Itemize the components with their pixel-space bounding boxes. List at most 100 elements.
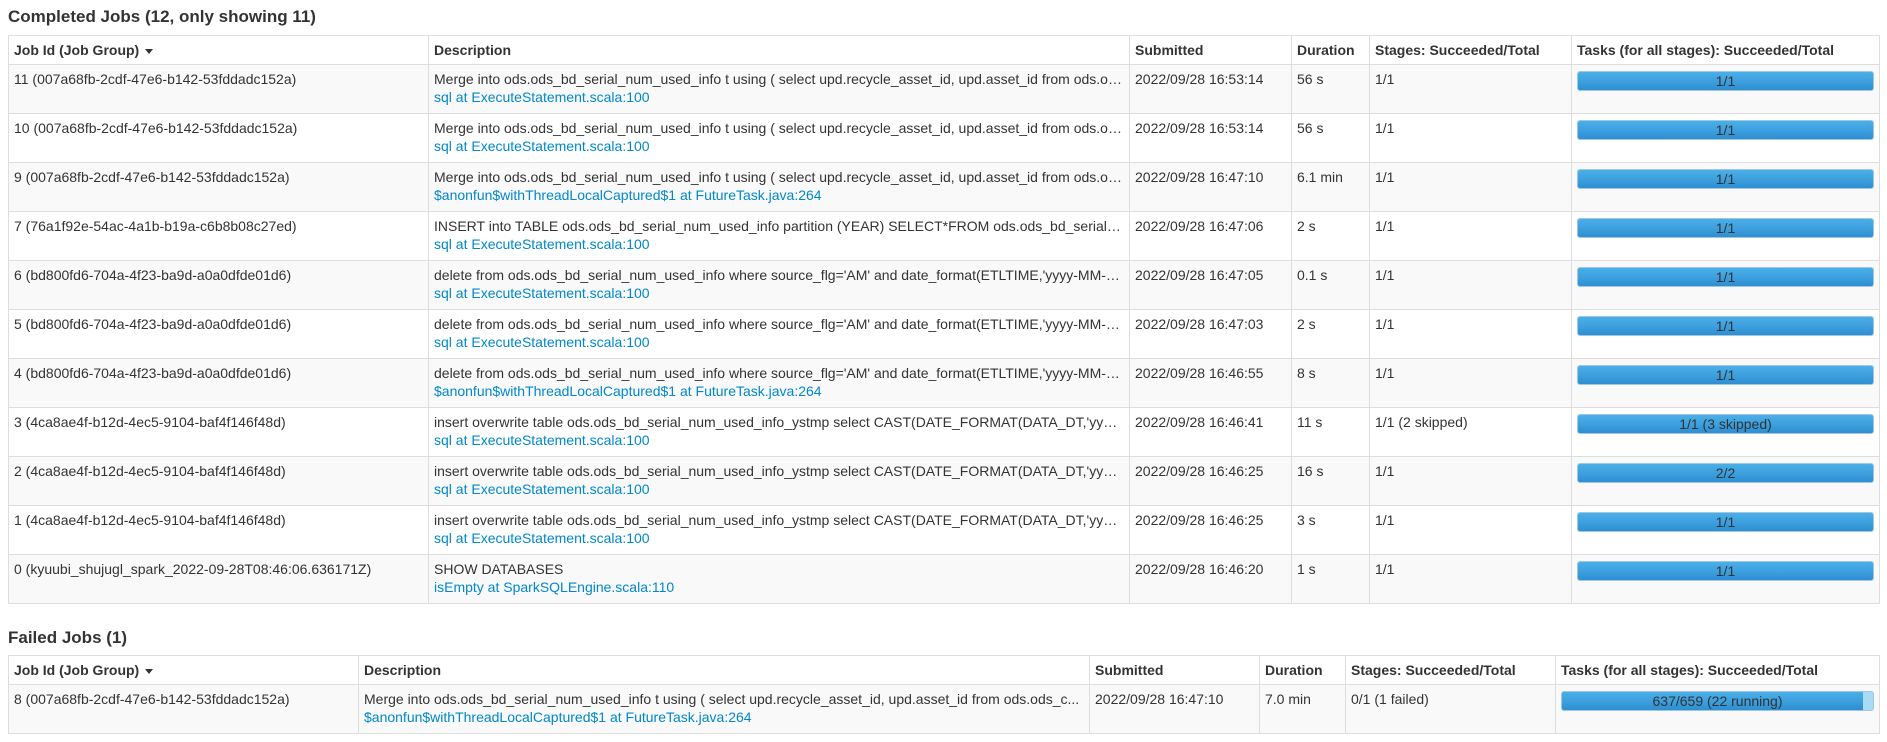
job-id-text: 0 (kyuubi_shujugl_spark_2022-09-28T08:46… [14, 561, 372, 577]
duration-value: 7.0 min [1265, 691, 1311, 707]
duration-value: 11 s [1297, 414, 1323, 430]
submitted-cell: 2022/09/28 16:47:10 [1089, 684, 1260, 734]
job-id-cell: 6 (bd800fd6-704a-4f23-ba9d-a0a0dfde01d6) [8, 260, 429, 310]
failed-jobs-title[interactable]: Failed Jobs (1) [8, 621, 127, 655]
job-id-header[interactable]: Job Id (Job Group) [8, 35, 429, 65]
job-detail-link[interactable]: $anonfun$withThreadLocalCaptured$1 at Fu… [434, 383, 1124, 400]
stages-cell: 1/1 [1369, 456, 1572, 506]
stages-cell: 1/1 [1369, 113, 1572, 163]
tasks-cell: 1/1 [1571, 260, 1880, 310]
job-detail-link[interactable]: isEmpty at SparkSQLEngine.scala:110 [434, 579, 1124, 596]
job-detail-link[interactable]: sql at ExecuteStatement.scala:100 [434, 285, 1124, 302]
job-detail-link[interactable]: sql at ExecuteStatement.scala:100 [434, 89, 1124, 106]
submitted-header[interactable]: Submitted [1129, 35, 1292, 65]
job-id-cell: 4 (bd800fd6-704a-4f23-ba9d-a0a0dfde01d6) [8, 358, 429, 408]
stages-cell: 1/1 [1369, 554, 1572, 604]
duration-cell: 7.0 min [1259, 684, 1346, 734]
table-row: 0 (kyuubi_shujugl_spark_2022-09-28T08:46… [8, 554, 1880, 604]
table-row: 8 (007a68fb-2cdf-47e6-b142-53fddadc152a)… [8, 684, 1880, 734]
stages-cell: 1/1 [1369, 162, 1572, 212]
submitted-cell: 2022/09/28 16:46:20 [1129, 554, 1292, 604]
stages-header[interactable]: Stages: Succeeded/Total [1345, 655, 1556, 685]
stages-cell: 1/1 [1369, 309, 1572, 359]
tasks-cell: 1/1 [1571, 505, 1880, 555]
stages-header[interactable]: Stages: Succeeded/Total [1369, 35, 1572, 65]
tasks-progress-label: 637/659 (22 running) [1652, 693, 1783, 709]
job-id-cell: 0 (kyuubi_shujugl_spark_2022-09-28T08:46… [8, 554, 429, 604]
description-header[interactable]: Description [358, 655, 1090, 685]
tasks-progress-bar: 1/1 [1577, 120, 1874, 140]
duration-value: 8 s [1297, 365, 1316, 381]
duration-value: 16 s [1297, 463, 1324, 479]
duration-header[interactable]: Duration [1291, 35, 1370, 65]
stages-cell: 1/1 [1369, 211, 1572, 261]
submitted-time: 2022/09/28 16:46:25 [1135, 512, 1264, 528]
submitted-time: 2022/09/28 16:47:03 [1135, 316, 1264, 332]
job-detail-link[interactable]: sql at ExecuteStatement.scala:100 [434, 236, 1124, 253]
duration-value: 56 s [1297, 71, 1324, 87]
job-id-cell: 3 (4ca8ae4f-b12d-4ec5-9104-baf4f146f48d) [8, 407, 429, 457]
submitted-time: 2022/09/28 16:46:55 [1135, 365, 1264, 381]
table-row: 6 (bd800fd6-704a-4f23-ba9d-a0a0dfde01d6)… [8, 260, 1880, 310]
description-cell: delete from ods.ods_bd_serial_num_used_i… [428, 358, 1130, 408]
stages-value: 0/1 (1 failed) [1351, 691, 1429, 707]
tasks-header[interactable]: Tasks (for all stages): Succeeded/Total [1555, 655, 1880, 685]
duration-value: 56 s [1297, 120, 1324, 136]
tasks-progress-label: 2/2 [1715, 465, 1736, 481]
duration-cell: 2 s [1291, 211, 1370, 261]
submitted-time: 2022/09/28 16:46:41 [1135, 414, 1264, 430]
submitted-cell: 2022/09/28 16:47:05 [1129, 260, 1292, 310]
job-detail-link[interactable]: $anonfun$withThreadLocalCaptured$1 at Fu… [364, 709, 1084, 726]
job-detail-link[interactable]: sql at ExecuteStatement.scala:100 [434, 530, 1124, 547]
description-cell: Merge into ods.ods_bd_serial_num_used_in… [428, 162, 1130, 212]
table-row: 4 (bd800fd6-704a-4f23-ba9d-a0a0dfde01d6)… [8, 358, 1880, 408]
table-row: 7 (76a1f92e-54ac-4a1b-b19a-c6b8b08c27ed)… [8, 211, 1880, 261]
failed-jobs-table: Job Id (Job Group) Description Submitted… [8, 655, 1880, 734]
job-id-text: 6 (bd800fd6-704a-4f23-ba9d-a0a0dfde01d6) [14, 267, 292, 283]
tasks-progress-label: 1/1 [1715, 514, 1736, 530]
description-header[interactable]: Description [428, 35, 1130, 65]
duration-cell: 56 s [1291, 113, 1370, 163]
job-id-header-label: Job Id (Job Group) [14, 662, 140, 678]
submitted-time: 2022/09/28 16:46:20 [1135, 561, 1264, 577]
tasks-cell: 1/1 [1571, 309, 1880, 359]
tasks-progress-label: 1/1 (3 skipped) [1679, 416, 1772, 432]
submitted-time: 2022/09/28 16:53:14 [1135, 120, 1264, 136]
job-id-cell: 11 (007a68fb-2cdf-47e6-b142-53fddadc152a… [8, 64, 429, 114]
submitted-time: 2022/09/28 16:47:05 [1135, 267, 1264, 283]
tasks-cell: 637/659 (22 running) [1555, 684, 1880, 734]
job-detail-link[interactable]: sql at ExecuteStatement.scala:100 [434, 334, 1124, 351]
job-description-text: delete from ods.ods_bd_serial_num_used_i… [434, 316, 1124, 332]
stages-value: 1/1 [1375, 218, 1395, 234]
tasks-header[interactable]: Tasks (for all stages): Succeeded/Total [1571, 35, 1880, 65]
stages-value: 1/1 [1375, 71, 1395, 87]
job-id-header[interactable]: Job Id (Job Group) [8, 655, 359, 685]
job-detail-link[interactable]: sql at ExecuteStatement.scala:100 [434, 481, 1124, 498]
job-id-cell: 2 (4ca8ae4f-b12d-4ec5-9104-baf4f146f48d) [8, 456, 429, 506]
job-detail-link[interactable]: $anonfun$withThreadLocalCaptured$1 at Fu… [434, 187, 1124, 204]
stages-value: 1/1 [1375, 120, 1395, 136]
job-detail-link[interactable]: sql at ExecuteStatement.scala:100 [434, 432, 1124, 449]
duration-cell: 16 s [1291, 456, 1370, 506]
tasks-progress-bar: 1/1 [1577, 316, 1874, 336]
duration-value: 2 s [1297, 316, 1316, 332]
job-description-text: INSERT into TABLE ods.ods_bd_serial_num_… [434, 218, 1124, 234]
submitted-time: 2022/09/28 16:53:14 [1135, 71, 1264, 87]
duration-cell: 2 s [1291, 309, 1370, 359]
sort-desc-arrow-icon [145, 48, 154, 54]
description-cell: Merge into ods.ods_bd_serial_num_used_in… [428, 113, 1130, 163]
job-id-cell: 7 (76a1f92e-54ac-4a1b-b19a-c6b8b08c27ed) [8, 211, 429, 261]
job-detail-link[interactable]: sql at ExecuteStatement.scala:100 [434, 138, 1124, 155]
duration-cell: 6.1 min [1291, 162, 1370, 212]
submitted-header[interactable]: Submitted [1089, 655, 1260, 685]
duration-header[interactable]: Duration [1259, 655, 1346, 685]
job-description-text: delete from ods.ods_bd_serial_num_used_i… [434, 365, 1124, 381]
job-description-text: Merge into ods.ods_bd_serial_num_used_in… [434, 120, 1124, 136]
table-row: 3 (4ca8ae4f-b12d-4ec5-9104-baf4f146f48d)… [8, 407, 1880, 457]
submitted-cell: 2022/09/28 16:53:14 [1129, 113, 1292, 163]
stages-value: 1/1 [1375, 267, 1395, 283]
stages-value: 1/1 [1375, 365, 1395, 381]
tasks-progress-bar: 1/1 (3 skipped) [1577, 414, 1874, 434]
description-cell: Merge into ods.ods_bd_serial_num_used_in… [358, 684, 1090, 734]
completed-jobs-title[interactable]: Completed Jobs (12, only showing 11) [8, 0, 316, 34]
